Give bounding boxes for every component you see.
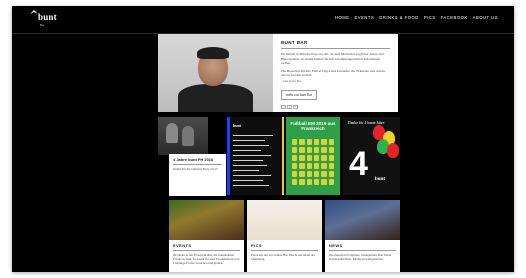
hero-title: BUNT BAR bbox=[281, 40, 308, 45]
photo-person-1 bbox=[166, 123, 178, 143]
hero-portrait-photo bbox=[158, 34, 273, 112]
poster-dark-title: bunt bbox=[233, 123, 242, 128]
poster-text-line bbox=[233, 150, 261, 151]
share-buttons: f t + bbox=[281, 104, 390, 109]
logo-name: bunt bbox=[38, 12, 57, 22]
anniversary-photo-tile[interactable] bbox=[158, 117, 208, 155]
pics-rule bbox=[251, 250, 318, 251]
four-numeral: 4 bbox=[349, 145, 368, 183]
poster-text-line bbox=[233, 160, 263, 161]
anniversary-text: Danke für die bunteste Party ever!! bbox=[173, 167, 218, 171]
poster-text-line bbox=[233, 185, 269, 186]
nav-item-drinks-food[interactable]: DRINKS & FOOD bbox=[379, 15, 419, 20]
anniversary-rule bbox=[173, 164, 222, 165]
more-about-bar-button[interactable]: mehr zur bunt Bar bbox=[281, 89, 318, 100]
events-rule bbox=[173, 250, 240, 251]
nav-item-facebook[interactable]: FACEBOOK bbox=[441, 15, 468, 20]
poster-text-line bbox=[233, 155, 271, 156]
news-title: NEWS bbox=[329, 243, 343, 248]
nav-item-home[interactable]: HOME bbox=[335, 15, 350, 20]
poster-yellow-stripe bbox=[282, 117, 284, 195]
event-poster-dark[interactable]: bunt bbox=[227, 117, 284, 195]
hero-signature: – Die bunte Bar bbox=[281, 78, 302, 83]
pics-title: PICS bbox=[251, 243, 262, 248]
news-card[interactable]: NEWS Die neuesten Ereignisse, Neuigkeite… bbox=[325, 240, 400, 272]
pics-photo[interactable] bbox=[247, 200, 322, 240]
anniversary-title: 4 Jahre bunt FH 2016 bbox=[173, 157, 214, 162]
em-2016-poster[interactable]: Fußball EM 2016 aus Frankreich bbox=[286, 117, 340, 195]
pics-text: Fotos aus der der bunten Bar. Macht ein … bbox=[251, 253, 315, 262]
em-poster-team-grid bbox=[292, 139, 334, 185]
events-text: Ihr findet in der Übersicht über die kom… bbox=[173, 253, 240, 266]
facebook-share-icon[interactable]: f bbox=[281, 104, 286, 109]
poster-text-line bbox=[233, 170, 259, 171]
events-card[interactable]: EVENTS Ihr findet in der Übersicht über … bbox=[169, 240, 244, 272]
four-years-brand: bunt bbox=[375, 177, 386, 182]
four-years-poster[interactable]: Danke für 4 bunte Jahre 4 bunt bbox=[343, 117, 400, 195]
portrait-shoulders bbox=[178, 84, 253, 112]
portrait-hair bbox=[197, 47, 229, 59]
em-poster-title: Fußball EM 2016 aus Frankreich bbox=[290, 121, 336, 131]
balloon-red-2 bbox=[387, 143, 399, 158]
hero-text-panel: BUNT BAR Im bunten Schläuche liegt ein O… bbox=[273, 34, 398, 112]
hero-paragraph-1: Im bunten Schläuche liegt ein Ort, an de… bbox=[281, 52, 384, 66]
poster-text-line bbox=[233, 180, 263, 181]
poster-text-line bbox=[233, 175, 271, 176]
poster-text-line bbox=[233, 145, 269, 146]
news-rule bbox=[329, 250, 396, 251]
events-photo[interactable] bbox=[169, 200, 244, 240]
anniversary-caption-card[interactable]: 4 Jahre bunt FH 2016 Danke für die bunte… bbox=[169, 154, 226, 196]
googleplus-share-icon[interactable]: + bbox=[293, 104, 298, 109]
nav-item-about-us[interactable]: ABOUT US bbox=[473, 15, 498, 20]
hero-paragraph-2: Die Besucher für alle Fußverfolger und G… bbox=[281, 68, 386, 78]
main-nav: HOME EVENTS DRINKS & FOOD PICS FACEBOOK … bbox=[335, 15, 498, 20]
pics-card[interactable]: PICS Fotos aus der der bunten Bar. Macht… bbox=[247, 240, 322, 272]
poster-text-line bbox=[233, 140, 265, 141]
poster-text-line bbox=[233, 135, 273, 136]
news-text: Die neuesten Ereignisse, Neuigkeiten übe… bbox=[329, 253, 392, 262]
nav-item-pics[interactable]: PICS bbox=[424, 15, 436, 20]
poster-blue-stripe bbox=[227, 117, 230, 195]
news-photo[interactable] bbox=[325, 200, 400, 240]
nav-item-events[interactable]: EVENTS bbox=[355, 15, 375, 20]
poster-text-line bbox=[233, 165, 267, 166]
bird-logo-icon bbox=[30, 10, 38, 14]
photo-person-2 bbox=[182, 126, 194, 146]
twitter-share-icon[interactable]: t bbox=[287, 104, 292, 109]
logo-subtitle: Bar bbox=[40, 23, 45, 27]
browser-frame: bunt Bar HOME EVENTS DRINKS & FOOD PICS … bbox=[12, 6, 514, 272]
events-title: EVENTS bbox=[173, 243, 192, 248]
top-navigation-bar: bunt Bar HOME EVENTS DRINKS & FOOD PICS … bbox=[12, 6, 514, 32]
hero-rule bbox=[281, 48, 390, 49]
